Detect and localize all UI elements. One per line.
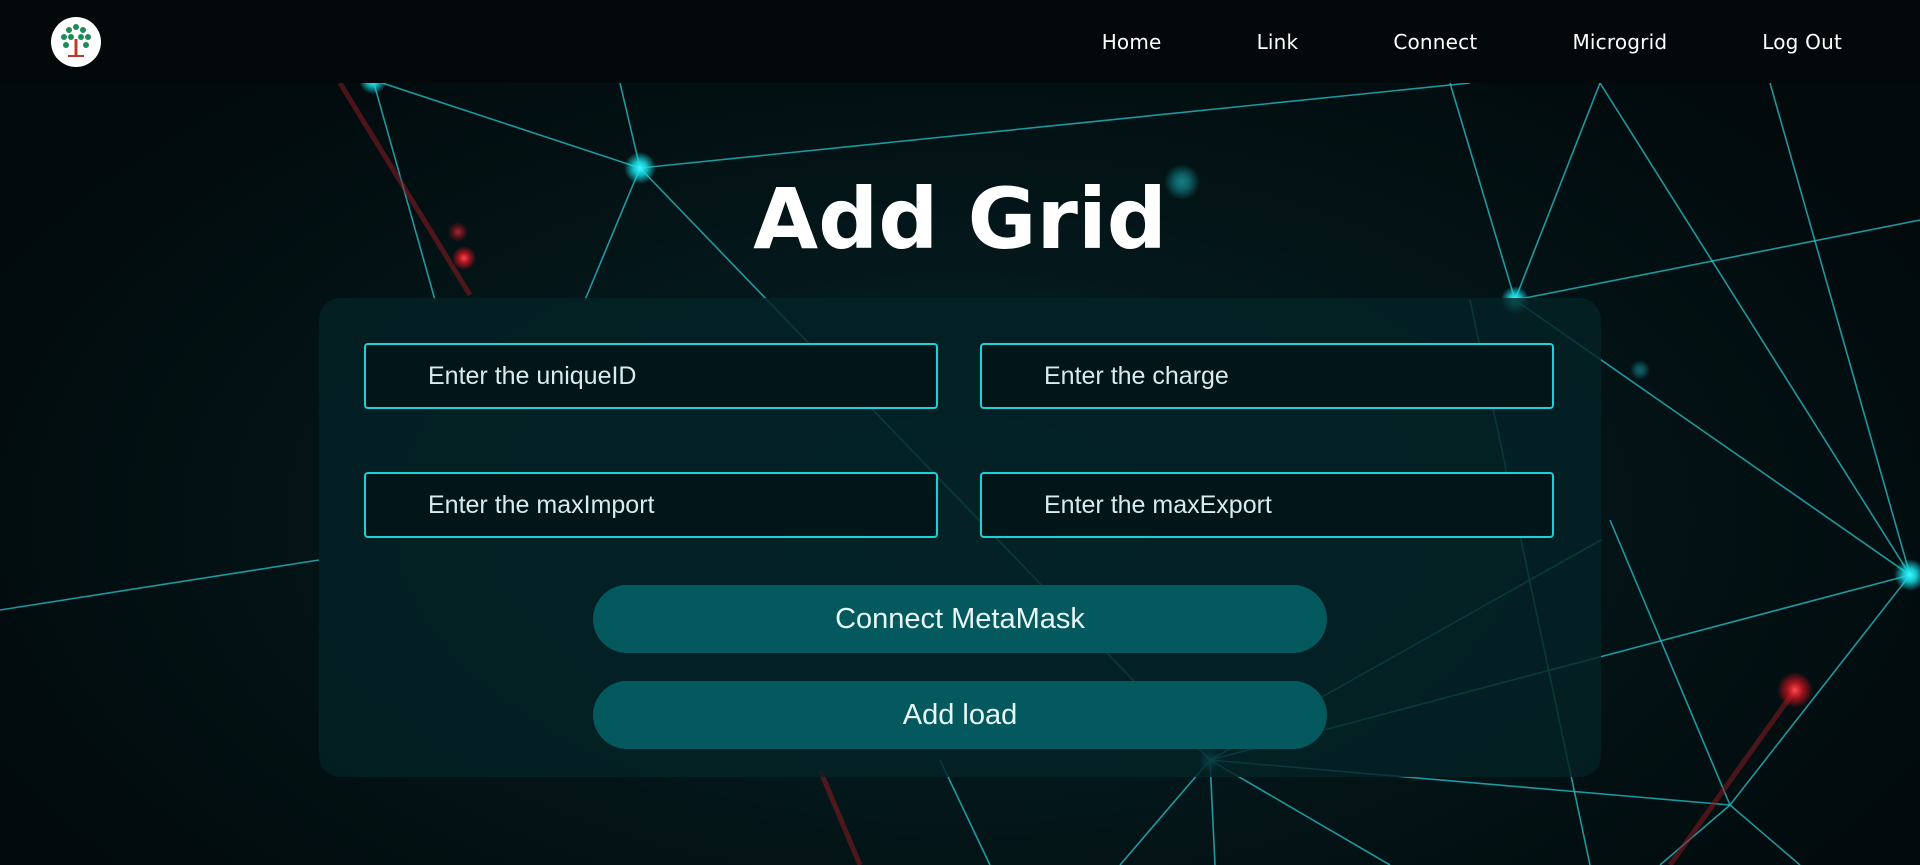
charge-input[interactable]: [980, 343, 1554, 409]
nav-connect-link[interactable]: Connect: [1393, 30, 1477, 54]
add-load-button[interactable]: Add load: [593, 681, 1327, 749]
page: Home Link Connect Microgrid Log Out Add …: [0, 0, 1920, 865]
max-export-input[interactable]: [980, 472, 1554, 538]
nav-logout-link[interactable]: Log Out: [1762, 30, 1842, 54]
nav-microgrid-link[interactable]: Microgrid: [1572, 30, 1667, 54]
nav-home-link[interactable]: Home: [1102, 30, 1162, 54]
tree-logo-icon[interactable]: [51, 17, 101, 67]
unique-id-input[interactable]: [364, 343, 938, 409]
nav-links: Home Link Connect Microgrid Log Out: [1007, 0, 1842, 83]
max-import-input[interactable]: [364, 472, 938, 538]
connect-metamask-button[interactable]: Connect MetaMask: [593, 585, 1327, 653]
page-title: Add Grid: [753, 170, 1167, 268]
nav-link-link[interactable]: Link: [1257, 30, 1299, 54]
top-navbar: Home Link Connect Microgrid Log Out: [0, 0, 1920, 83]
add-grid-form: Connect MetaMask Add load: [319, 298, 1601, 777]
